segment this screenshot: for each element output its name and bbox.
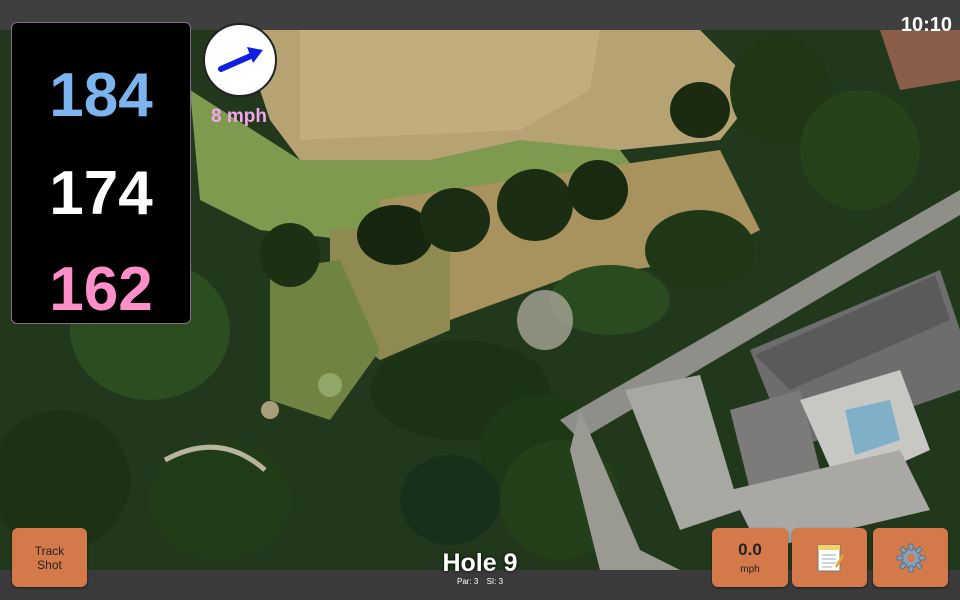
track-shot-button[interactable]: Track Shot <box>12 528 87 587</box>
back-distance: 184 <box>49 61 153 130</box>
settings-button[interactable] <box>873 528 948 587</box>
gear-icon <box>896 543 925 572</box>
notepad-icon <box>817 544 844 571</box>
front-distance: 162 <box>49 255 153 324</box>
hole-stroke-index: SI: 3 <box>486 577 504 586</box>
wind-indicator[interactable] <box>203 23 277 97</box>
middle-distance: 174 <box>49 159 153 228</box>
wind-speed-button[interactable]: 0.0 mph <box>712 528 788 587</box>
hole-title: Hole 9 <box>442 549 518 577</box>
hole-par: Par: 3 <box>456 577 479 586</box>
hole-info: Hole 9 Par: 3 SI: 3 <box>380 549 580 587</box>
notes-button[interactable] <box>792 528 867 587</box>
wind-direction-arrow-icon <box>218 47 263 72</box>
hole-details: Par: 3 SI: 3 <box>380 577 580 587</box>
track-shot-label-line1: Track <box>34 543 65 558</box>
track-shot-label-line2: Shot <box>37 557 62 572</box>
clock: 10:10 <box>900 14 952 36</box>
wind-speed-unit: mph <box>740 564 760 575</box>
wind-speed-value: 0.0 <box>738 540 762 559</box>
wind-speed-label: 8 mph <box>211 106 267 127</box>
distance-panel: 184 174 162 <box>11 22 191 324</box>
